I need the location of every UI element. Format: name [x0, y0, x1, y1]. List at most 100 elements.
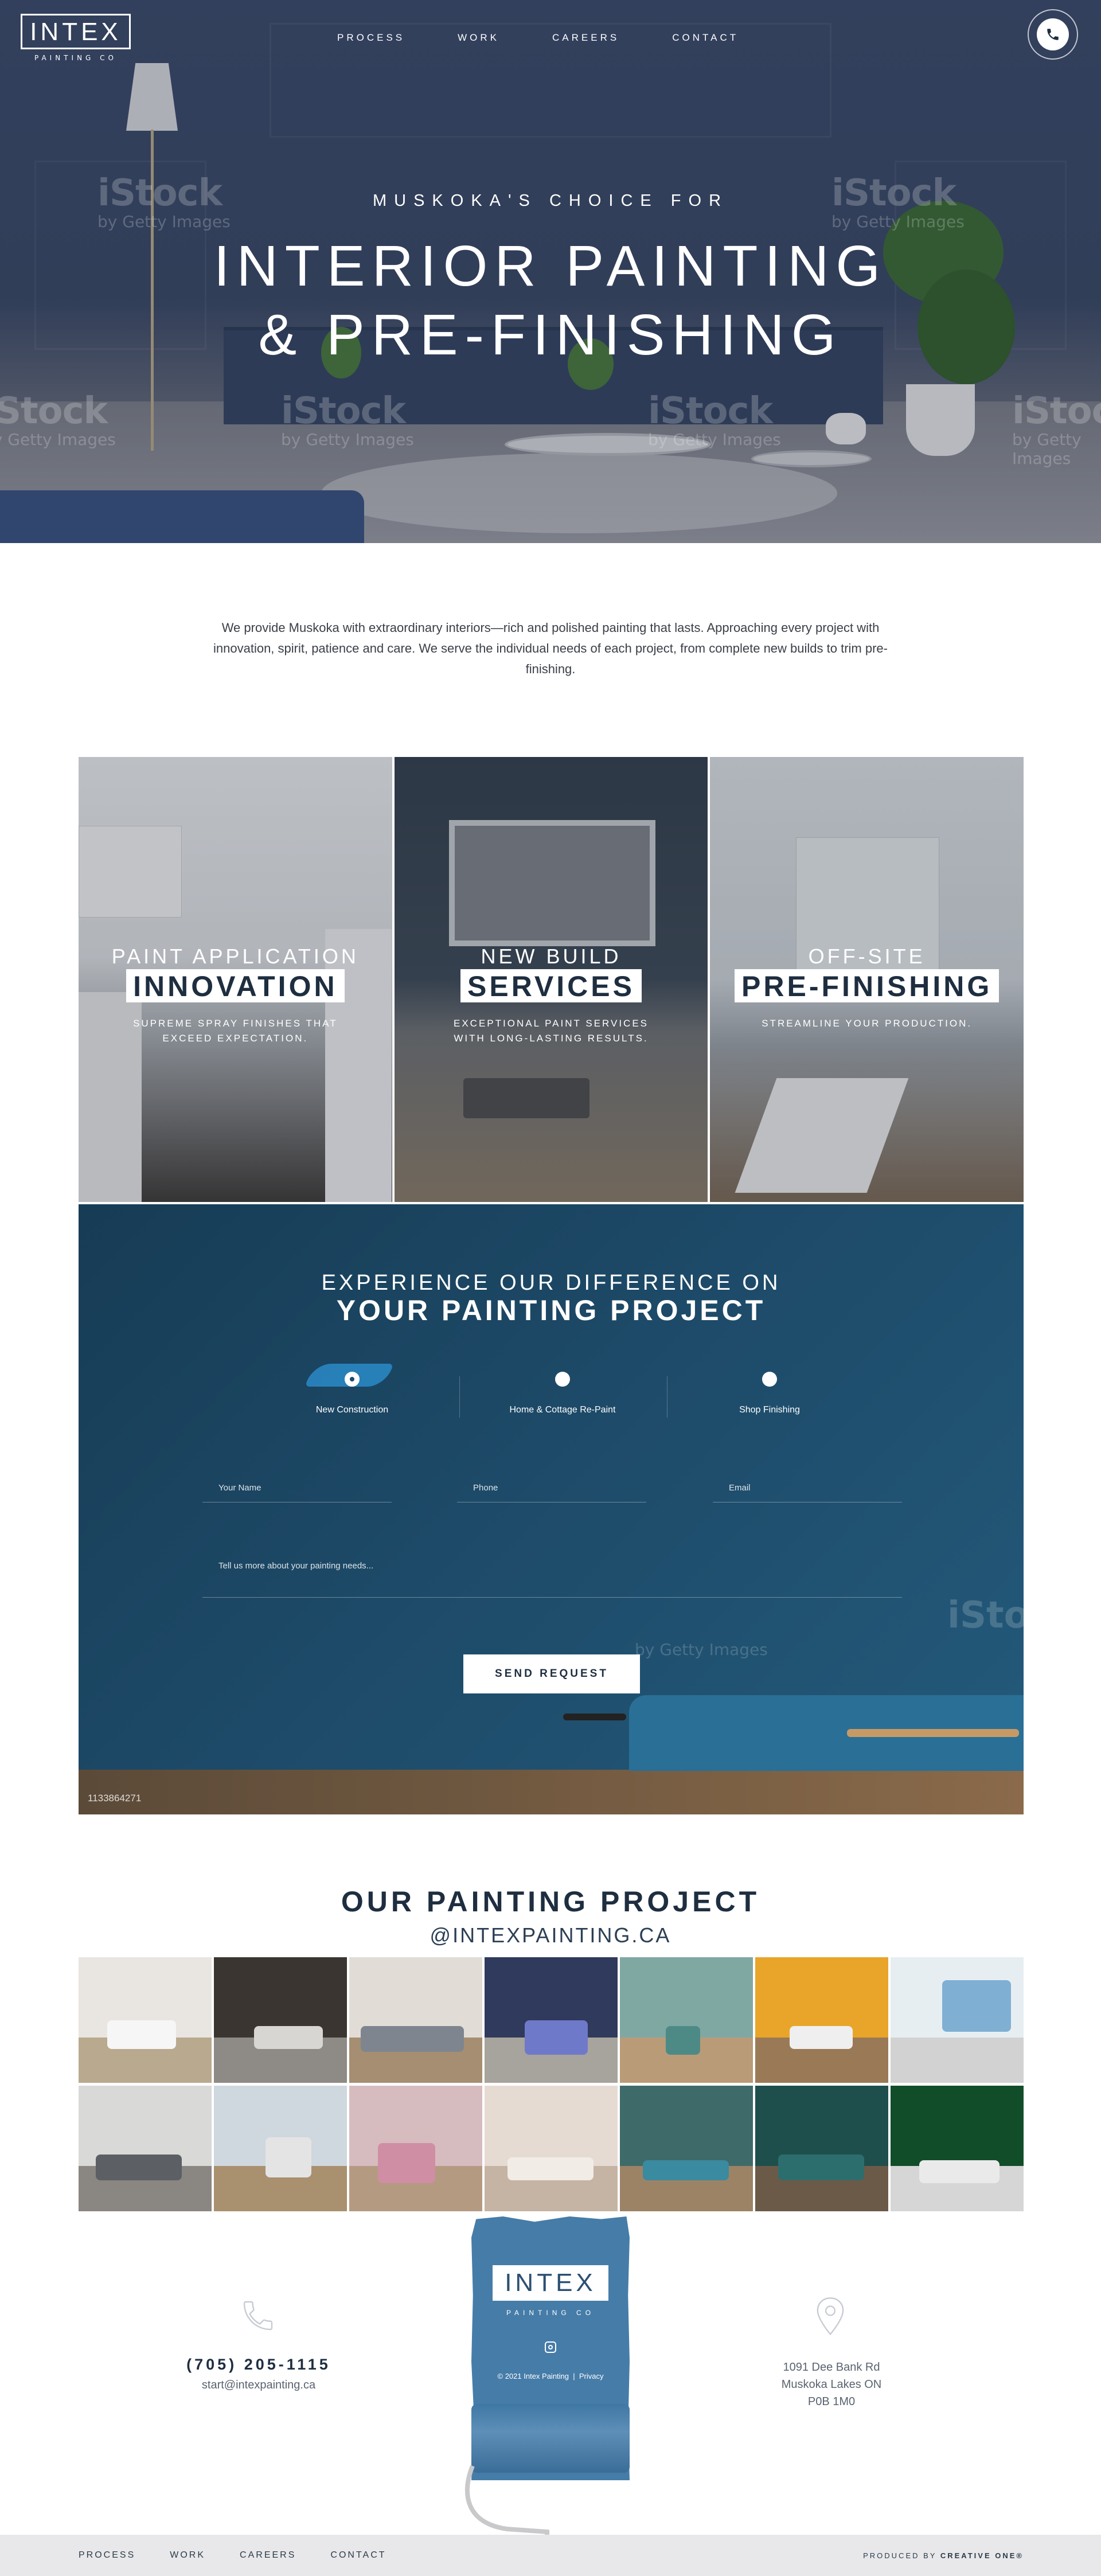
send-request-button[interactable]: SEND REQUEST	[463, 1654, 640, 1693]
footer-nav-contact[interactable]: CONTACT	[330, 2550, 386, 2561]
gallery-tile[interactable]	[214, 1957, 347, 2083]
service-title: SERVICES	[460, 969, 642, 1002]
gallery-tile[interactable]	[485, 2086, 618, 2211]
service-caption: PAINT APPLICATION INNOVATION SUPREME SPR…	[79, 945, 392, 1046]
gallery-tile[interactable]	[349, 2086, 482, 2211]
service-description: STREAMLINE YOUR PRODUCTION.	[762, 1018, 973, 1029]
address-line: P0B 1M0	[807, 2395, 856, 2408]
hero-title: INTERIOR PAINTING & PRE-FINISHING	[0, 232, 1101, 369]
nav-careers[interactable]: CAREERS	[552, 32, 619, 44]
instagram-icon[interactable]	[545, 2341, 556, 2353]
footer-nav-process[interactable]: PROCESS	[79, 2550, 135, 2561]
contact-stool	[563, 1714, 626, 1720]
service-kicker: PAINT APPLICATION	[111, 944, 359, 968]
contact-floor	[79, 1770, 1024, 1814]
contact-table	[847, 1729, 1019, 1737]
privacy-link[interactable]: Privacy	[579, 2372, 604, 2380]
phone-icon	[1037, 18, 1069, 50]
service-caption: NEW BUILD SERVICES EXCEPTIONAL PAINT SER…	[395, 945, 708, 1046]
image-id: 1133864271	[88, 1793, 142, 1804]
service-kicker: OFF-SITE	[808, 944, 926, 968]
option-label: Shop Finishing	[739, 1405, 800, 1415]
gallery-tile[interactable]	[755, 2086, 888, 2211]
service-description: SUPREME SPRAY FINISHES THAT EXCEED EXPEC…	[133, 1018, 338, 1044]
copyright-text: © 2021 Intex Painting	[497, 2372, 569, 2380]
gallery-tile[interactable]	[349, 1957, 482, 2083]
gallery-tile[interactable]	[891, 2086, 1024, 2211]
name-field[interactable]: Your Name	[202, 1483, 392, 1502]
produced-by[interactable]: PRODUCED BY CREATIVE ONE®	[863, 2551, 1024, 2560]
address-line: 1091 Dee Bank Rd	[783, 2361, 880, 2374]
contact-form-section: iStock by Getty Images EXPERIENCE OUR DI…	[79, 1204, 1024, 1814]
footer-logo-wordmark: INTEX	[493, 2265, 608, 2301]
gallery-tile[interactable]	[485, 1957, 618, 2083]
site-logo[interactable]: INTEX PAINTING CO	[21, 14, 131, 62]
option-shop-finishing[interactable]: Shop Finishing	[701, 1372, 838, 1415]
contact-heading-line2: YOUR PAINTING PROJECT	[336, 1294, 766, 1326]
option-home-repaint[interactable]: Home & Cottage Re-Paint	[494, 1372, 631, 1415]
service-card-services[interactable]: NEW BUILD SERVICES EXCEPTIONAL PAINT SER…	[394, 757, 708, 1202]
gallery-tile[interactable]	[755, 1957, 888, 2083]
phone-field[interactable]: Phone	[457, 1483, 646, 1502]
service-card-prefinishing[interactable]: OFF-SITE PRE-FINISHING STREAMLINE YOUR P…	[710, 757, 1024, 1202]
option-divider	[459, 1376, 460, 1418]
footer-phone[interactable]: (705) 205-1115	[147, 2356, 370, 2374]
footer-email[interactable]: start@intexpainting.ca	[147, 2379, 370, 2392]
radio[interactable]	[762, 1372, 777, 1387]
intro-text: We provide Muskoka with extraordinary in…	[213, 620, 888, 676]
gallery-tile[interactable]	[891, 1957, 1024, 2083]
option-label: Home & Cottage Re-Paint	[509, 1405, 616, 1415]
watermark: iStockby Getty Images	[1012, 390, 1101, 468]
radio-selected[interactable]	[345, 1372, 360, 1387]
contact-heading-line1: EXPERIENCE OUR DIFFERENCE ON	[321, 1271, 781, 1295]
hero-kicker: MUSKOKA'S CHOICE FOR	[372, 192, 729, 210]
gallery-tile[interactable]	[620, 2086, 753, 2211]
email-field[interactable]: Email	[713, 1483, 902, 1502]
service-title: INNOVATION	[126, 969, 345, 1002]
watermark: iStockby Getty Images	[0, 390, 116, 449]
bottom-bar: PROCESS WORK CAREERS CONTACT PRODUCED BY…	[0, 2535, 1101, 2576]
option-label: New Construction	[315, 1405, 389, 1415]
nav-process[interactable]: PROCESS	[337, 32, 405, 44]
hero-title-line2: & PRE-FINISHING	[258, 303, 843, 367]
logo-subtitle: PAINTING CO	[34, 54, 117, 62]
service-kicker: NEW BUILD	[481, 944, 622, 968]
gallery-tile[interactable]	[214, 2086, 347, 2211]
nav-contact[interactable]: CONTACT	[672, 32, 739, 44]
hero-title-line1: INTERIOR PAINTING	[213, 234, 888, 298]
nav-work[interactable]: WORK	[458, 32, 499, 44]
produced-by-name: CREATIVE ONE®	[940, 2551, 1024, 2560]
gallery-tile[interactable]	[79, 2086, 212, 2211]
gallery-tile[interactable]	[79, 1957, 212, 2083]
service-card-innovation[interactable]: PAINT APPLICATION INNOVATION SUPREME SPR…	[79, 757, 392, 1202]
watermark: by Getty Images	[635, 1640, 768, 1659]
top-nav: PROCESS WORK CAREERS CONTACT	[337, 32, 739, 44]
separator: |	[571, 2372, 579, 2380]
gallery-title: OUR PAINTING PROJECT	[341, 1886, 760, 1918]
phone-button[interactable]	[1028, 9, 1078, 60]
hero-section: iStock by Getty Images iStock by Getty Ima…	[0, 0, 1101, 543]
message-field[interactable]: Tell us more about your painting needs..…	[202, 1561, 902, 1598]
instagram-handle-link[interactable]: @INTEXPAINTING.CA	[0, 1923, 1101, 1947]
option-new-construction[interactable]: New Construction	[283, 1364, 421, 1415]
service-title: PRE-FINISHING	[735, 969, 1000, 1002]
radio[interactable]	[555, 1372, 570, 1387]
services-section: PAINT APPLICATION INNOVATION SUPREME SPR…	[79, 757, 1024, 1202]
phone-outline-icon	[243, 2301, 273, 2331]
address-line: Muskoka Lakes ON	[781, 2378, 882, 2391]
watermark: iStockby Getty Images	[648, 390, 781, 449]
footer-nav-work[interactable]: WORK	[170, 2550, 205, 2561]
gallery-tile[interactable]	[620, 1957, 753, 2083]
logo-wordmark: INTEX	[21, 14, 131, 49]
footer-nav-careers[interactable]: CAREERS	[240, 2550, 296, 2561]
service-description: EXCEPTIONAL PAINT SERVICES WITH LONG-LAS…	[453, 1018, 649, 1044]
footer-copyright: © 2021 Intex Painting | Privacy	[471, 2372, 630, 2380]
watermark: iStockby Getty Images	[281, 390, 414, 449]
footer-logo[interactable]: INTEX PAINTING CO	[493, 2265, 608, 2317]
instagram-gallery	[79, 1957, 1024, 2211]
watermark: iStock	[947, 1594, 1024, 1637]
produced-by-label: PRODUCED BY	[863, 2551, 937, 2560]
service-caption: OFF-SITE PRE-FINISHING STREAMLINE YOUR P…	[710, 945, 1024, 1031]
location-pin-icon	[817, 2297, 844, 2336]
footer-address: 1091 Dee Bank Rd Muskoka Lakes ON P0B 1M…	[720, 2359, 943, 2410]
